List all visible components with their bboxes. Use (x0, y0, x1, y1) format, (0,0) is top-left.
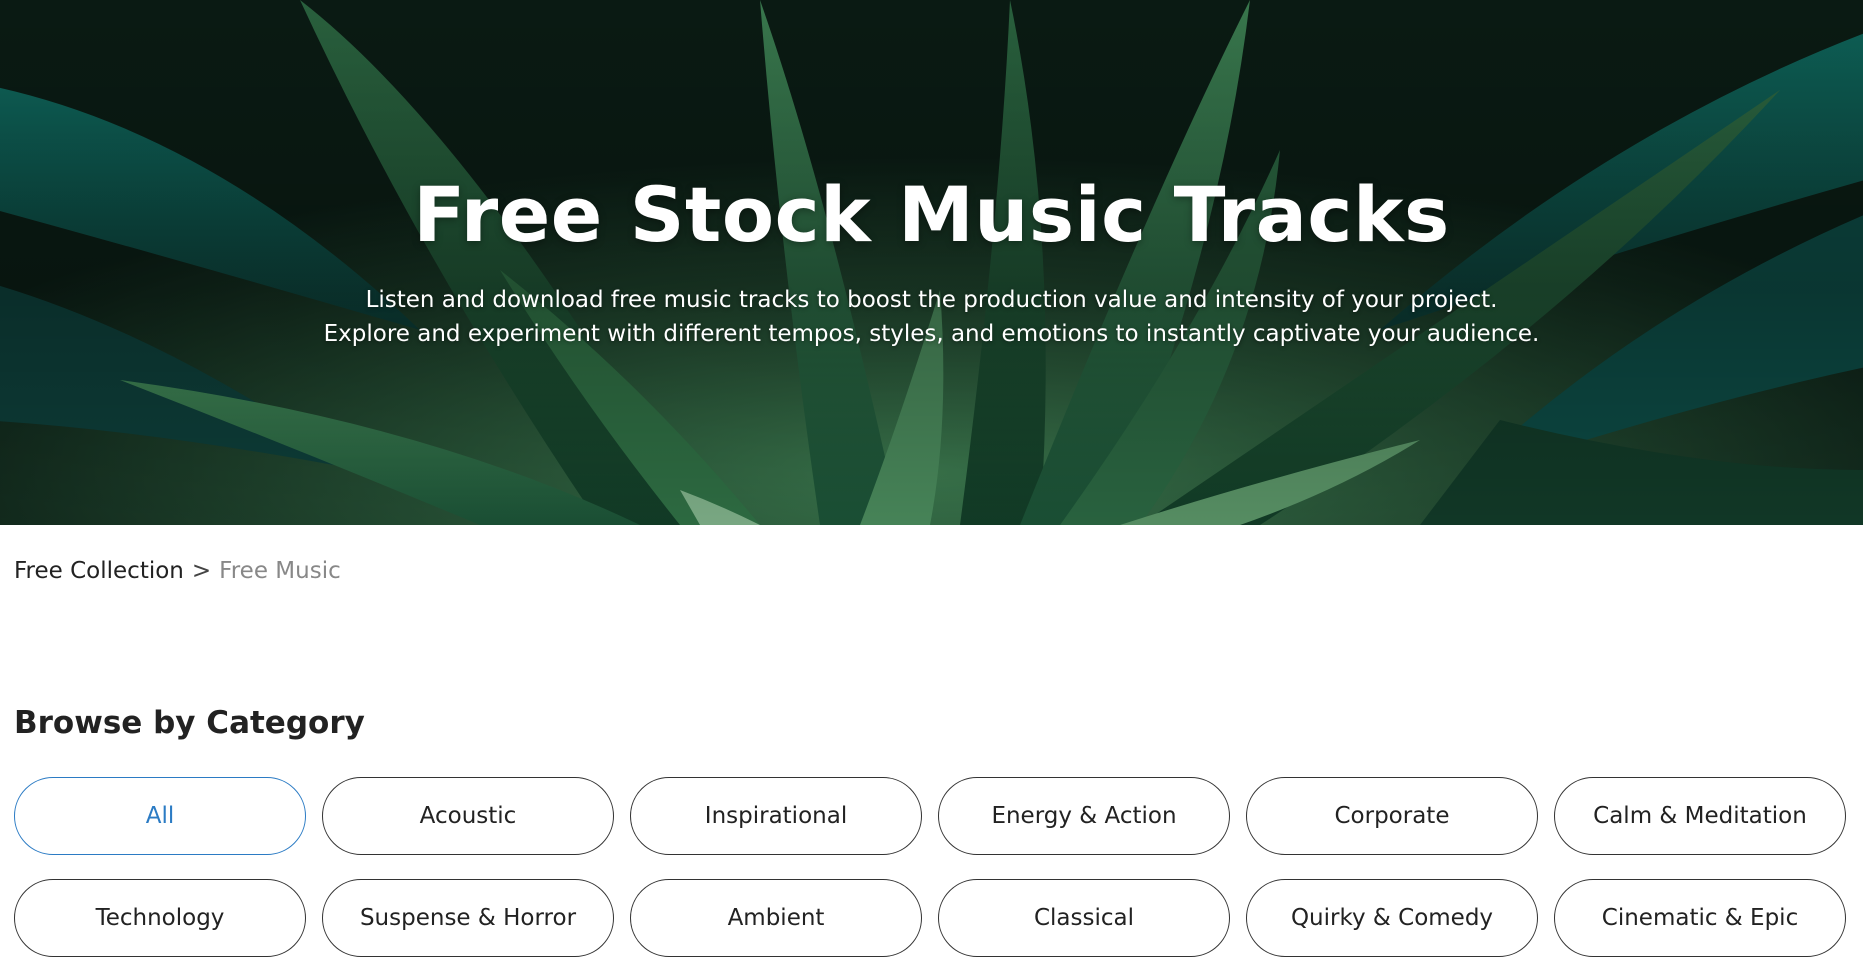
hero-overlay (0, 0, 1863, 525)
breadcrumb-current: Free Music (219, 558, 341, 584)
category-chip-quirky-comedy[interactable]: Quirky & Comedy (1246, 879, 1538, 957)
category-chip-ambient[interactable]: Ambient (630, 879, 922, 957)
hero-banner: Free Stock Music Tracks Listen and downl… (0, 0, 1863, 525)
category-filter-list: All Acoustic Inspirational Energy & Acti… (14, 777, 1850, 957)
category-chip-cinematic-epic[interactable]: Cinematic & Epic (1554, 879, 1846, 957)
category-chip-inspirational[interactable]: Inspirational (630, 777, 922, 855)
category-chip-classical[interactable]: Classical (938, 879, 1230, 957)
category-chip-energy-action[interactable]: Energy & Action (938, 777, 1230, 855)
hero-subtitle-line-1: Listen and download free music tracks to… (365, 287, 1498, 313)
breadcrumb: Free Collection > Free Music (14, 558, 341, 584)
category-chip-calm-meditation[interactable]: Calm & Meditation (1554, 777, 1846, 855)
breadcrumb-link-free-collection[interactable]: Free Collection (14, 558, 184, 584)
category-chip-technology[interactable]: Technology (14, 879, 306, 957)
category-chip-suspense-horror[interactable]: Suspense & Horror (322, 879, 614, 957)
breadcrumb-separator: > (191, 558, 212, 584)
browse-by-category-heading: Browse by Category (14, 705, 365, 741)
category-chip-acoustic[interactable]: Acoustic (322, 777, 614, 855)
hero-subtitle-line-2: Explore and experiment with different te… (323, 321, 1540, 347)
page-title: Free Stock Music Tracks (413, 170, 1450, 259)
category-chip-corporate[interactable]: Corporate (1246, 777, 1538, 855)
category-chip-all[interactable]: All (14, 777, 306, 855)
